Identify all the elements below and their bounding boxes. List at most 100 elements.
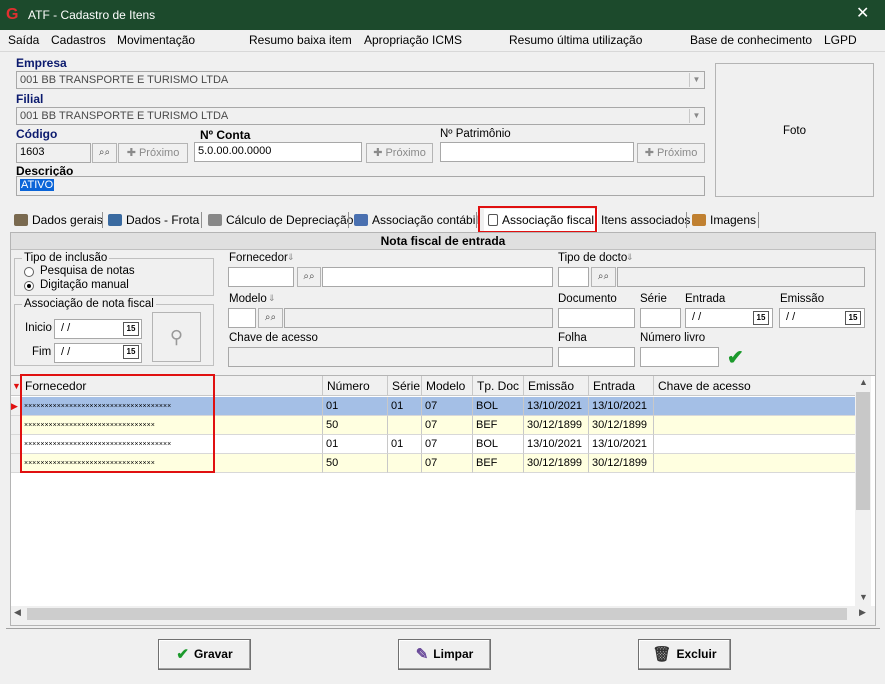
- modelo-code[interactable]: [228, 308, 256, 328]
- tipo-docto-desc: [617, 267, 865, 287]
- trash-icon: 🗑: [652, 646, 672, 663]
- descricao-field[interactable]: ATIVO: [16, 176, 705, 196]
- cell-serie: [388, 454, 422, 473]
- numero-livro-label: Número livro: [640, 332, 706, 344]
- chevron-down-icon[interactable]: ▼: [689, 73, 703, 87]
- radio-pesquisa[interactable]: [24, 267, 34, 277]
- cell-chave: [654, 454, 856, 473]
- close-icon[interactable]: ✕: [856, 5, 869, 23]
- chevron-right-icon[interactable]: ▶: [859, 607, 866, 618]
- tab-imagens[interactable]: Imagens: [692, 209, 756, 231]
- binoculars-icon[interactable]: ⌕⌕: [92, 143, 117, 163]
- codigo-field[interactable]: 1603: [16, 143, 91, 163]
- codigo-proximo-button[interactable]: ✚ Próximo: [118, 143, 188, 163]
- col-entrada[interactable]: Entrada: [589, 376, 654, 396]
- binoculars-icon[interactable]: ⌕⌕: [297, 267, 321, 287]
- tab-calculo-depreciacao[interactable]: Cálculo de Depreciação: [208, 209, 353, 231]
- confirm-check-icon[interactable]: ✔: [727, 345, 744, 370]
- fornecedor-name[interactable]: [322, 267, 553, 287]
- cell-chave: [654, 435, 856, 454]
- chevron-up-icon[interactable]: ▲: [859, 377, 868, 387]
- menu-movimentacao[interactable]: Movimentação: [117, 33, 195, 47]
- vertical-scrollbar[interactable]: ▲ ▼: [855, 376, 871, 607]
- serie-field[interactable]: [640, 308, 681, 328]
- limpar-button[interactable]: ✎ Limpar: [398, 639, 491, 670]
- check-icon: ✔: [176, 646, 189, 663]
- tab-itens-associados[interactable]: Itens associados: [601, 209, 690, 231]
- tab-label: Itens associados: [601, 213, 691, 227]
- calendar-icon[interactable]: 15: [753, 311, 769, 325]
- empresa-select[interactable]: 001 BB TRANSPORTE E TURISMO LTDA ▼: [16, 71, 705, 89]
- filial-select[interactable]: 001 BB TRANSPORTE E TURISMO LTDA ▼: [16, 107, 705, 125]
- gravar-label: Gravar: [193, 647, 233, 661]
- conta-proximo-button[interactable]: ✚ Próximo: [366, 143, 433, 163]
- descricao-value: ATIVO: [20, 179, 55, 191]
- col-numero[interactable]: Número: [323, 376, 388, 396]
- horizontal-scrollbar[interactable]: ◀ ▶: [11, 606, 875, 622]
- menu-cadastros[interactable]: Cadastros: [51, 33, 106, 47]
- chave-field[interactable]: [228, 347, 553, 367]
- cell-entrada: 13/10/2021: [589, 397, 654, 416]
- conta-field[interactable]: 5.0.00.00.0000: [194, 142, 362, 162]
- cell-emissao: 13/10/2021: [524, 397, 589, 416]
- cell-emissao: 30/12/1899: [524, 454, 589, 473]
- col-chave[interactable]: Chave de acesso: [654, 376, 856, 396]
- calendar-icon[interactable]: 15: [123, 322, 139, 336]
- modelo-label: Modelo: [229, 293, 267, 305]
- col-modelo[interactable]: Modelo: [422, 376, 473, 396]
- radio-digitacao[interactable]: [24, 281, 34, 291]
- menu-base-conhecimento[interactable]: Base de conhecimento: [690, 33, 812, 47]
- numero-livro-field[interactable]: [640, 347, 719, 367]
- folha-field[interactable]: [558, 347, 635, 367]
- binoculars-icon[interactable]: ⌕⌕: [258, 308, 283, 328]
- col-serie[interactable]: Série: [388, 376, 422, 396]
- excluir-button[interactable]: 🗑 Excluir: [638, 639, 731, 670]
- calendar-icon[interactable]: 15: [123, 345, 139, 359]
- tab-dados-frota[interactable]: Dados - Frota: [108, 209, 199, 231]
- documento-label: Documento: [558, 293, 617, 305]
- date-value: / /: [61, 346, 71, 358]
- col-tpdoc[interactable]: Tp. Doc: [473, 376, 524, 396]
- cell-numero: 01: [323, 435, 388, 454]
- search-icon[interactable]: ⚲: [152, 312, 201, 362]
- cell-entrada: 30/12/1899: [589, 454, 654, 473]
- tipo-inclusao-label: Tipo de inclusão: [22, 252, 110, 264]
- down-arrow-icon: ⇓: [626, 252, 634, 262]
- menu-apropriacao-icms[interactable]: Apropriação ICMS: [364, 33, 462, 47]
- tab-dados-gerais[interactable]: Dados gerais: [14, 209, 103, 231]
- down-arrow-icon: ⇓: [268, 293, 276, 303]
- col-emissao[interactable]: Emissão: [524, 376, 589, 396]
- patrimonio-label: Nº Patrimônio: [440, 128, 511, 140]
- limpar-label: Limpar: [433, 647, 474, 661]
- menu-saida[interactable]: Saída: [8, 33, 39, 47]
- chevron-down-icon[interactable]: ▼: [859, 592, 868, 602]
- cell-tpdoc: BOL: [473, 397, 524, 416]
- divider: [6, 628, 880, 629]
- tab-label: Dados - Frota: [126, 213, 200, 227]
- documento-field[interactable]: [558, 308, 635, 328]
- tipo-docto-code[interactable]: [558, 267, 589, 287]
- cell-modelo: 07: [422, 416, 473, 435]
- entrada-label: Entrada: [685, 293, 726, 305]
- edit-icon: [354, 214, 368, 226]
- menu-resumo-ultima[interactable]: Resumo última utilização: [509, 33, 642, 47]
- fornecedor-code[interactable]: [228, 267, 294, 287]
- photo-box[interactable]: Foto: [715, 63, 874, 197]
- pencil-icon: [14, 214, 28, 226]
- menu-resumo-baixa[interactable]: Resumo baixa item: [249, 33, 352, 47]
- patrimonio-field[interactable]: [440, 142, 634, 162]
- scroll-thumb[interactable]: [27, 608, 847, 620]
- menu-lgpd[interactable]: LGPD: [824, 33, 857, 47]
- images-icon: [692, 214, 706, 226]
- scroll-thumb[interactable]: [856, 392, 870, 510]
- calendar-icon[interactable]: 15: [845, 311, 861, 325]
- cell-tpdoc: BOL: [473, 435, 524, 454]
- gravar-button[interactable]: ✔ Gravar: [158, 639, 251, 670]
- patrimonio-proximo-button[interactable]: ✚ Próximo: [637, 143, 705, 163]
- tab-associacao-contabil[interactable]: Associação contábil: [354, 209, 478, 231]
- binoculars-icon[interactable]: ⌕⌕: [591, 267, 616, 287]
- fim-label: Fim: [32, 346, 52, 358]
- chevron-down-icon[interactable]: ▼: [689, 109, 703, 123]
- chevron-left-icon[interactable]: ◀: [14, 607, 21, 618]
- plus-icon: ✚: [644, 147, 657, 159]
